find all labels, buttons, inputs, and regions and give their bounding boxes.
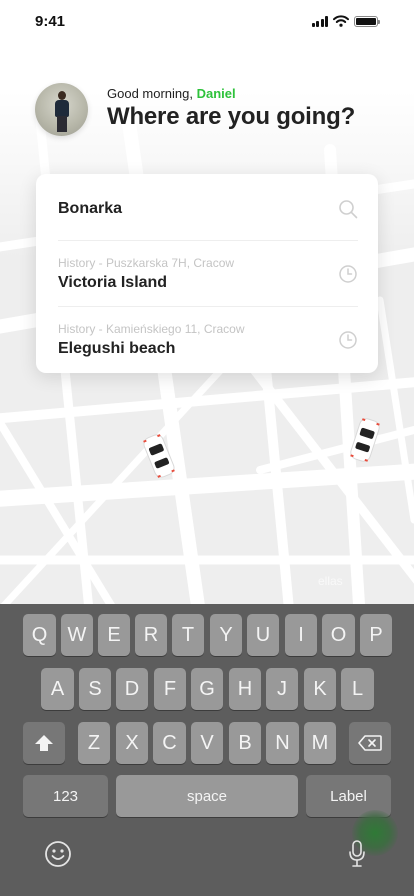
microphone-icon[interactable]: [348, 840, 366, 868]
history-item[interactable]: History - Puszkarska 7H, Cracow Victoria…: [58, 241, 358, 307]
battery-icon: [354, 15, 380, 27]
key-x[interactable]: X: [116, 722, 148, 764]
space-key[interactable]: space: [116, 775, 298, 817]
key-a[interactable]: A: [41, 668, 74, 710]
status-time: 9:41: [35, 13, 66, 30]
avatar[interactable]: [35, 83, 88, 136]
key-u[interactable]: U: [247, 614, 279, 656]
key-o[interactable]: O: [322, 614, 355, 656]
history-item[interactable]: History - Kamieńskiego 11, Cracow Elegus…: [58, 307, 358, 373]
key-v[interactable]: V: [191, 722, 223, 764]
key-w[interactable]: W: [61, 614, 93, 656]
shift-icon: [35, 735, 53, 751]
search-icon[interactable]: [338, 199, 358, 219]
history-address: History - Puszkarska 7H, Cracow: [58, 256, 235, 270]
greeting-prefix: Good morning,: [107, 86, 197, 101]
clock-icon: [339, 331, 357, 349]
shift-key[interactable]: [23, 722, 65, 764]
wifi-icon: [333, 15, 349, 27]
key-g[interactable]: G: [191, 668, 223, 710]
key-i[interactable]: I: [285, 614, 317, 656]
key-z[interactable]: Z: [78, 722, 110, 764]
history-address: History - Kamieńskiego 11, Cracow: [58, 322, 245, 336]
greeting-text: Good morning, Daniel: [107, 86, 236, 101]
cellular-signal-icon: [311, 15, 328, 27]
key-b[interactable]: B: [229, 722, 261, 764]
key-t[interactable]: T: [172, 614, 204, 656]
status-bar: 9:41: [0, 0, 414, 44]
map-street-label: ellas: [318, 574, 343, 588]
key-m[interactable]: M: [304, 722, 336, 764]
key-s[interactable]: S: [79, 668, 111, 710]
key-k[interactable]: K: [304, 668, 336, 710]
user-name: Daniel: [196, 86, 236, 101]
key-p[interactable]: P: [360, 614, 392, 656]
search-card: Bonarka History - Puszkarska 7H, Cracow …: [36, 174, 378, 373]
clock-icon: [339, 265, 357, 283]
key-n[interactable]: N: [266, 722, 299, 764]
key-q[interactable]: Q: [23, 614, 56, 656]
status-icons: [311, 15, 380, 27]
key-j[interactable]: J: [266, 668, 298, 710]
key-e[interactable]: E: [98, 614, 130, 656]
page-title: Where are you going?: [107, 103, 356, 130]
delete-icon: [358, 735, 382, 751]
emoji-icon[interactable]: [44, 840, 72, 868]
key-l[interactable]: L: [341, 668, 374, 710]
numbers-key[interactable]: 123: [23, 775, 108, 817]
delete-key[interactable]: [349, 722, 391, 764]
key-c[interactable]: C: [153, 722, 186, 764]
key-r[interactable]: R: [135, 614, 167, 656]
key-h[interactable]: H: [229, 668, 261, 710]
search-input[interactable]: Bonarka: [58, 174, 358, 241]
search-input-value[interactable]: Bonarka: [58, 200, 122, 218]
key-f[interactable]: F: [154, 668, 186, 710]
key-y[interactable]: Y: [210, 614, 242, 656]
key-d[interactable]: D: [116, 668, 148, 710]
history-destination: Elegushi beach: [58, 340, 176, 357]
history-destination: Victoria Island: [58, 274, 168, 291]
